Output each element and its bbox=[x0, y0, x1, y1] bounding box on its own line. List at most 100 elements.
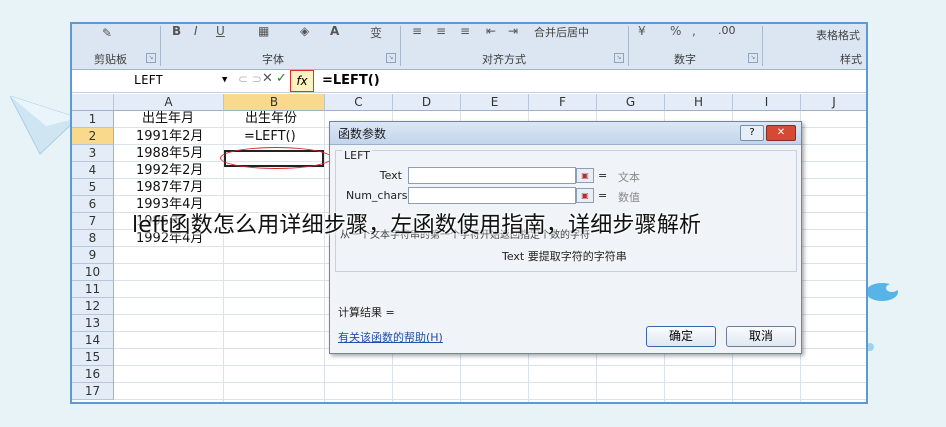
font-group-label: 字体 bbox=[262, 53, 284, 66]
blue-blob-decoration bbox=[866, 283, 898, 301]
styles-group-label: 样式 bbox=[840, 53, 862, 66]
alignment-group-label: 对齐方式 bbox=[482, 53, 526, 66]
row-header[interactable]: 3 bbox=[72, 145, 114, 162]
dialog-title: 函数参数 bbox=[338, 127, 387, 141]
underline-button[interactable]: U bbox=[216, 24, 225, 38]
column-header-c[interactable]: C bbox=[325, 94, 393, 111]
font-launcher-icon[interactable]: ↘ bbox=[386, 53, 396, 63]
row-header[interactable]: 17 bbox=[72, 383, 114, 400]
help-button[interactable]: ? bbox=[740, 125, 764, 141]
cell-a5[interactable]: 1987年7月 bbox=[136, 180, 203, 196]
collapse-dialog-icon[interactable]: ▣ bbox=[576, 188, 594, 203]
row-header[interactable]: 7 bbox=[72, 213, 114, 230]
bold-button[interactable]: B bbox=[172, 24, 181, 38]
row-header[interactable]: 16 bbox=[72, 366, 114, 383]
column-header-f[interactable]: F bbox=[529, 94, 597, 111]
row-header[interactable]: 14 bbox=[72, 332, 114, 349]
font-color-icon[interactable]: A bbox=[330, 24, 339, 38]
result-label: 计算结果 = bbox=[338, 306, 395, 319]
arg-num-chars-label: Num_chars bbox=[346, 189, 408, 202]
column-header-j[interactable]: J bbox=[801, 94, 866, 111]
align-left-icon[interactable]: ≡ bbox=[412, 24, 422, 38]
row-header[interactable]: 13 bbox=[72, 315, 114, 332]
comma-button[interactable]: , bbox=[692, 24, 696, 38]
gridline-horizontal bbox=[114, 382, 866, 383]
cell-b2[interactable]: =LEFT() bbox=[244, 129, 296, 145]
row-header[interactable]: 9 bbox=[72, 247, 114, 264]
caption-overlay: left函数怎么用详细步骤，左函数使用指南，详细步骤解析 bbox=[132, 213, 702, 238]
currency-icon[interactable]: ¥ bbox=[638, 24, 646, 38]
select-all-corner[interactable] bbox=[72, 94, 114, 111]
decimal-button[interactable]: .00 bbox=[718, 24, 736, 37]
name-box-value: LEFT bbox=[134, 73, 163, 87]
gridline-horizontal bbox=[114, 365, 866, 366]
cell-b1[interactable]: 出生年份 bbox=[245, 111, 297, 127]
number-launcher-icon[interactable]: ↘ bbox=[748, 53, 758, 63]
insert-function-button[interactable]: fx bbox=[290, 70, 314, 92]
column-header-b[interactable]: B bbox=[224, 94, 325, 111]
align-right-icon[interactable]: ≡ bbox=[460, 24, 470, 38]
dialog-title-bar[interactable]: 函数参数 ? ✕ bbox=[330, 122, 801, 145]
close-button[interactable]: ✕ bbox=[766, 125, 796, 141]
row-header[interactable]: 11 bbox=[72, 281, 114, 298]
column-header-i[interactable]: I bbox=[733, 94, 801, 111]
row-header[interactable]: 5 bbox=[72, 179, 114, 196]
clipboard-group-label: 剪贴板 bbox=[94, 53, 127, 66]
number-group-label: 数字 bbox=[674, 53, 696, 66]
arg-text-label: Text bbox=[379, 169, 402, 182]
row-header[interactable]: 8 bbox=[72, 230, 114, 247]
collapse-dialog-icon[interactable]: ▣ bbox=[576, 168, 594, 183]
num-chars-argument-input[interactable] bbox=[408, 187, 576, 204]
red-highlight-ellipse bbox=[220, 147, 332, 169]
enter-formula-button[interactable]: ✓ bbox=[276, 71, 287, 86]
function-name: LEFT bbox=[342, 149, 372, 162]
ok-button[interactable]: 确定 bbox=[646, 326, 716, 347]
row-header[interactable]: 6 bbox=[72, 196, 114, 213]
row-header[interactable]: 15 bbox=[72, 349, 114, 366]
equals-sign: = bbox=[598, 169, 608, 182]
row-header[interactable]: 4 bbox=[72, 162, 114, 179]
name-box[interactable]: LEFT ▼ bbox=[82, 71, 232, 90]
gridline-horizontal bbox=[114, 399, 866, 400]
align-center-icon[interactable]: ≡ bbox=[436, 24, 446, 38]
cell-a1[interactable]: 出生年月 bbox=[142, 111, 194, 127]
cell-a4[interactable]: 1992年2月 bbox=[136, 163, 203, 179]
table-format-button[interactable]: 表格格式 bbox=[816, 27, 860, 43]
column-header-g[interactable]: G bbox=[597, 94, 665, 111]
merge-center-button[interactable]: 合并后居中 bbox=[534, 24, 589, 40]
italic-button[interactable]: I bbox=[194, 24, 198, 38]
arg-text-hint: 文本 bbox=[618, 171, 640, 184]
cancel-button[interactable]: 取消 bbox=[726, 326, 796, 347]
indent-icon[interactable]: ⇤ bbox=[486, 24, 496, 38]
alignment-launcher-icon[interactable]: ↘ bbox=[614, 53, 624, 63]
outdent-icon[interactable]: ⇥ bbox=[508, 24, 518, 38]
ribbon: ✎ B I U ▦ ◈ A 变 ≡ ≡ ≡ ⇤ ⇥ 合并后居中 ¥ % , .0… bbox=[72, 24, 866, 70]
function-help-link[interactable]: 有关该函数的帮助(H) bbox=[338, 329, 443, 345]
chevron-down-icon[interactable]: ▼ bbox=[222, 71, 227, 90]
arg-num-chars-hint: 数值 bbox=[618, 191, 640, 204]
row-header[interactable]: 10 bbox=[72, 264, 114, 281]
cancel-formula-button[interactable]: ✕ bbox=[262, 71, 273, 86]
text-argument-input[interactable] bbox=[408, 167, 576, 184]
row-header[interactable]: 2 bbox=[72, 128, 114, 145]
phonetic-icon[interactable]: 变 bbox=[370, 24, 382, 41]
equals-sign: = bbox=[598, 189, 608, 202]
cell-a2[interactable]: 1991年2月 bbox=[136, 129, 203, 145]
scroll-handle-icon: ⊂ ⊃ bbox=[238, 72, 262, 86]
row-header[interactable]: 12 bbox=[72, 298, 114, 315]
clipboard-launcher-icon[interactable]: ↘ bbox=[146, 53, 156, 63]
row-header[interactable]: 1 bbox=[72, 111, 114, 128]
column-header-a[interactable]: A bbox=[114, 94, 224, 111]
format-painter-icon[interactable]: ✎ bbox=[102, 26, 112, 40]
border-icon[interactable]: ▦ bbox=[258, 24, 269, 38]
formula-bar: LEFT ▼ ⊂ ⊃ ✕ ✓ fx =LEFT() bbox=[72, 70, 866, 93]
column-header-h[interactable]: H bbox=[665, 94, 733, 111]
argument-description: Text 要提取字符的字符串 bbox=[502, 250, 627, 263]
fill-color-icon[interactable]: ◈ bbox=[300, 24, 309, 38]
cell-a3[interactable]: 1988年5月 bbox=[136, 146, 203, 162]
formula-input[interactable]: =LEFT() bbox=[320, 71, 862, 90]
percent-button[interactable]: % bbox=[670, 24, 681, 38]
column-header-d[interactable]: D bbox=[393, 94, 461, 111]
column-header-e[interactable]: E bbox=[461, 94, 529, 111]
ribbon-separator bbox=[762, 26, 763, 66]
